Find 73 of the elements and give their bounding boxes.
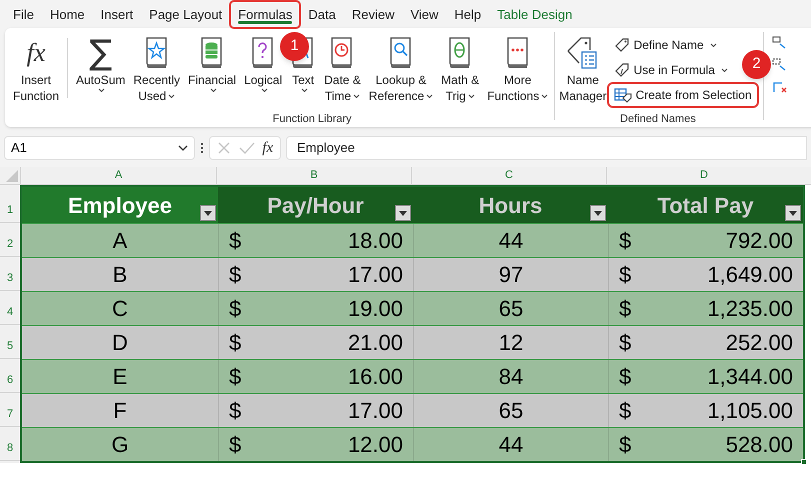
- table-header-cell: Employee: [22, 187, 218, 223]
- ribbon-button[interactable]: Lookup & Reference: [364, 28, 438, 108]
- ribbon-tab[interactable]: Formulas: [231, 2, 300, 27]
- row-header[interactable]: 3: [0, 257, 20, 291]
- table-header-cell: Total Pay: [608, 187, 803, 223]
- ribbon-tab[interactable]: Insert: [94, 2, 140, 27]
- ribbon-tab[interactable]: File: [6, 2, 41, 27]
- row-header[interactable]: 7: [0, 393, 20, 427]
- filter-dropdown-button[interactable]: [785, 205, 801, 221]
- formula-input[interactable]: Employee: [286, 136, 807, 160]
- ribbon-tab[interactable]: Help: [447, 2, 488, 27]
- table-cell-text: E: [112, 363, 128, 391]
- ribbon-button[interactable]: ∑ AutoSum: [72, 28, 130, 108]
- table-cell-text: G: [110, 431, 130, 459]
- table-cell-text: B: [112, 261, 128, 289]
- dropdown-arrow-icon: [204, 210, 212, 216]
- defined-names-button[interactable]: Use in Formula: [608, 59, 733, 81]
- table-header-cell: Pay/Hour: [218, 187, 413, 223]
- defined-names-button[interactable]: Create from Selection: [608, 84, 757, 106]
- row-header[interactable]: 8: [0, 427, 20, 461]
- tag-icon: [614, 62, 630, 78]
- row-header[interactable]: 4: [0, 291, 20, 325]
- table-cell: $ 12.00: [218, 428, 413, 461]
- selected-tab-underline: [238, 21, 292, 24]
- insert-function-button[interactable]: fx Insert Function: [12, 34, 60, 104]
- filter-dropdown-button[interactable]: [200, 205, 216, 221]
- ribbon-button[interactable]: Math & Trig: [437, 28, 484, 108]
- defined-names-button[interactable]: Define Name: [608, 34, 722, 56]
- fill-handle[interactable]: [801, 459, 807, 465]
- table-cell-text: C: [111, 295, 129, 323]
- ribbon-tab[interactable]: Home: [42, 2, 92, 27]
- ribbon-button[interactable]: Date & Time: [320, 28, 365, 108]
- table-cell: 44: [413, 428, 608, 461]
- group-label: Defined Names: [620, 112, 696, 127]
- ribbon-button[interactable]: Financial: [184, 28, 240, 108]
- check-icon[interactable]: [238, 141, 255, 155]
- group-label: Function Library: [272, 112, 352, 127]
- dropdown-arrow-icon: [399, 210, 407, 216]
- table-cell-text: D: [111, 329, 129, 357]
- dropdown-arrow-icon: [594, 210, 602, 216]
- name-box[interactable]: A1: [4, 136, 195, 160]
- trace-icon: [772, 58, 788, 72]
- row-header[interactable]: 6: [0, 359, 20, 393]
- ribbon-tab[interactable]: Review: [344, 2, 402, 27]
- chevron-down-icon: [178, 145, 188, 151]
- column-header[interactable]: B: [216, 167, 411, 184]
- column-header[interactable]: D: [606, 167, 801, 184]
- table-tag-icon: [614, 87, 632, 103]
- ribbon-button[interactable]: More Functions: [483, 28, 552, 108]
- row-header[interactable]: 5: [0, 325, 20, 359]
- table-cell-text: A: [112, 227, 128, 255]
- ribbon-tab[interactable]: Data: [301, 2, 343, 27]
- filter-dropdown-button[interactable]: [395, 205, 411, 221]
- sigma-icon: ∑: [89, 36, 112, 70]
- function-icon: fx: [26, 34, 46, 72]
- column-header[interactable]: C: [411, 167, 606, 184]
- name-manager-button[interactable]: Name Manager: [559, 28, 607, 108]
- table-cell-text: F: [112, 397, 128, 425]
- row-header[interactable]: 2: [0, 223, 20, 257]
- ribbon-tab[interactable]: Page Layout: [142, 2, 230, 27]
- tag-icon: [614, 37, 630, 53]
- table-header-cell: Hours: [413, 187, 608, 223]
- trace-icon: [772, 36, 788, 50]
- ribbon-tab[interactable]: Table Design: [490, 2, 580, 27]
- row-header[interactable]: 1: [0, 185, 20, 223]
- filter-dropdown-button[interactable]: [590, 205, 606, 221]
- remove-arrows-icon: [772, 80, 788, 94]
- insert-function-icon[interactable]: fx: [262, 136, 274, 160]
- column-header[interactable]: A: [20, 167, 216, 184]
- ribbon-button[interactable]: Recently Used: [129, 28, 184, 108]
- more-icon: [200, 142, 204, 154]
- dropdown-arrow-icon: [789, 210, 797, 216]
- ribbon-tab[interactable]: View: [403, 2, 446, 27]
